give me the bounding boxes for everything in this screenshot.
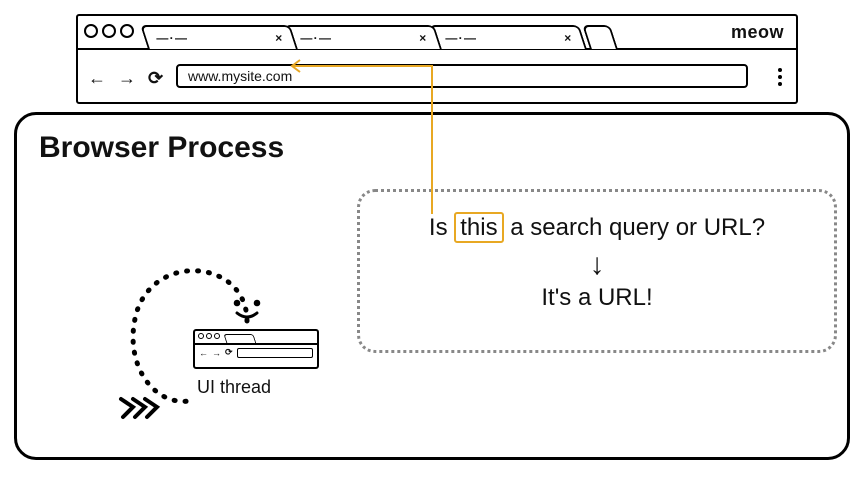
forward-icon[interactable]: → — [118, 68, 136, 89]
browser-tab[interactable]: — · — × — [429, 25, 587, 49]
thought-question-suffix: a search query or URL? — [504, 214, 765, 241]
thought-question: Is this a search query or URL? — [429, 212, 765, 243]
new-tab-button[interactable] — [582, 25, 618, 49]
meow-label: meow — [731, 22, 784, 43]
process-title: Browser Process — [39, 131, 284, 165]
window-controls-icon — [84, 24, 134, 38]
mini-back-icon: ← — [199, 348, 208, 358]
arrow-down-icon: ↓ — [360, 248, 834, 282]
address-bar-value: www.mysite.com — [188, 68, 292, 84]
browser-toolbar: ← → ⟳ www.mysite.com — [78, 50, 796, 102]
menu-icon[interactable] — [778, 68, 782, 86]
thought-question-prefix: Is — [429, 214, 454, 241]
mini-address-bar — [237, 348, 313, 358]
mini-reload-icon: ⟳ — [225, 347, 233, 358]
thought-bubble: Is this a search query or URL? ↓ It's a … — [357, 189, 837, 353]
browser-window-sketch: — · — × — · — × — · — × meow ← → ⟳ www.m… — [76, 14, 798, 104]
tab-strip: — · — × — · — × — · — × meow — [78, 16, 796, 50]
browser-tab[interactable]: — · — × — [140, 25, 298, 49]
tab-label: — · — — [156, 31, 186, 45]
tab-close-icon[interactable]: × — [564, 31, 571, 45]
thought-answer: It's a URL! — [360, 284, 834, 312]
tab-close-icon[interactable]: × — [275, 31, 282, 45]
tab-label: — · — — [300, 31, 330, 45]
reload-icon[interactable]: ⟳ — [148, 68, 163, 89]
address-bar[interactable]: www.mysite.com — [176, 64, 748, 88]
browser-tab[interactable]: — · — × — [284, 25, 442, 49]
browser-process-box: Browser Process ← — [14, 112, 850, 460]
back-icon[interactable]: ← — [88, 68, 106, 89]
mini-forward-icon: → — [212, 348, 221, 358]
mini-browser-icon: ← → ⟳ — [193, 329, 319, 369]
ui-thread-label: UI thread — [197, 377, 271, 398]
highlighted-word: this — [454, 212, 503, 243]
tab-close-icon[interactable]: × — [419, 31, 426, 45]
tab-label: — · — — [445, 31, 475, 45]
ui-thread-figure: ← → ⟳ UI thread — [97, 221, 357, 411]
